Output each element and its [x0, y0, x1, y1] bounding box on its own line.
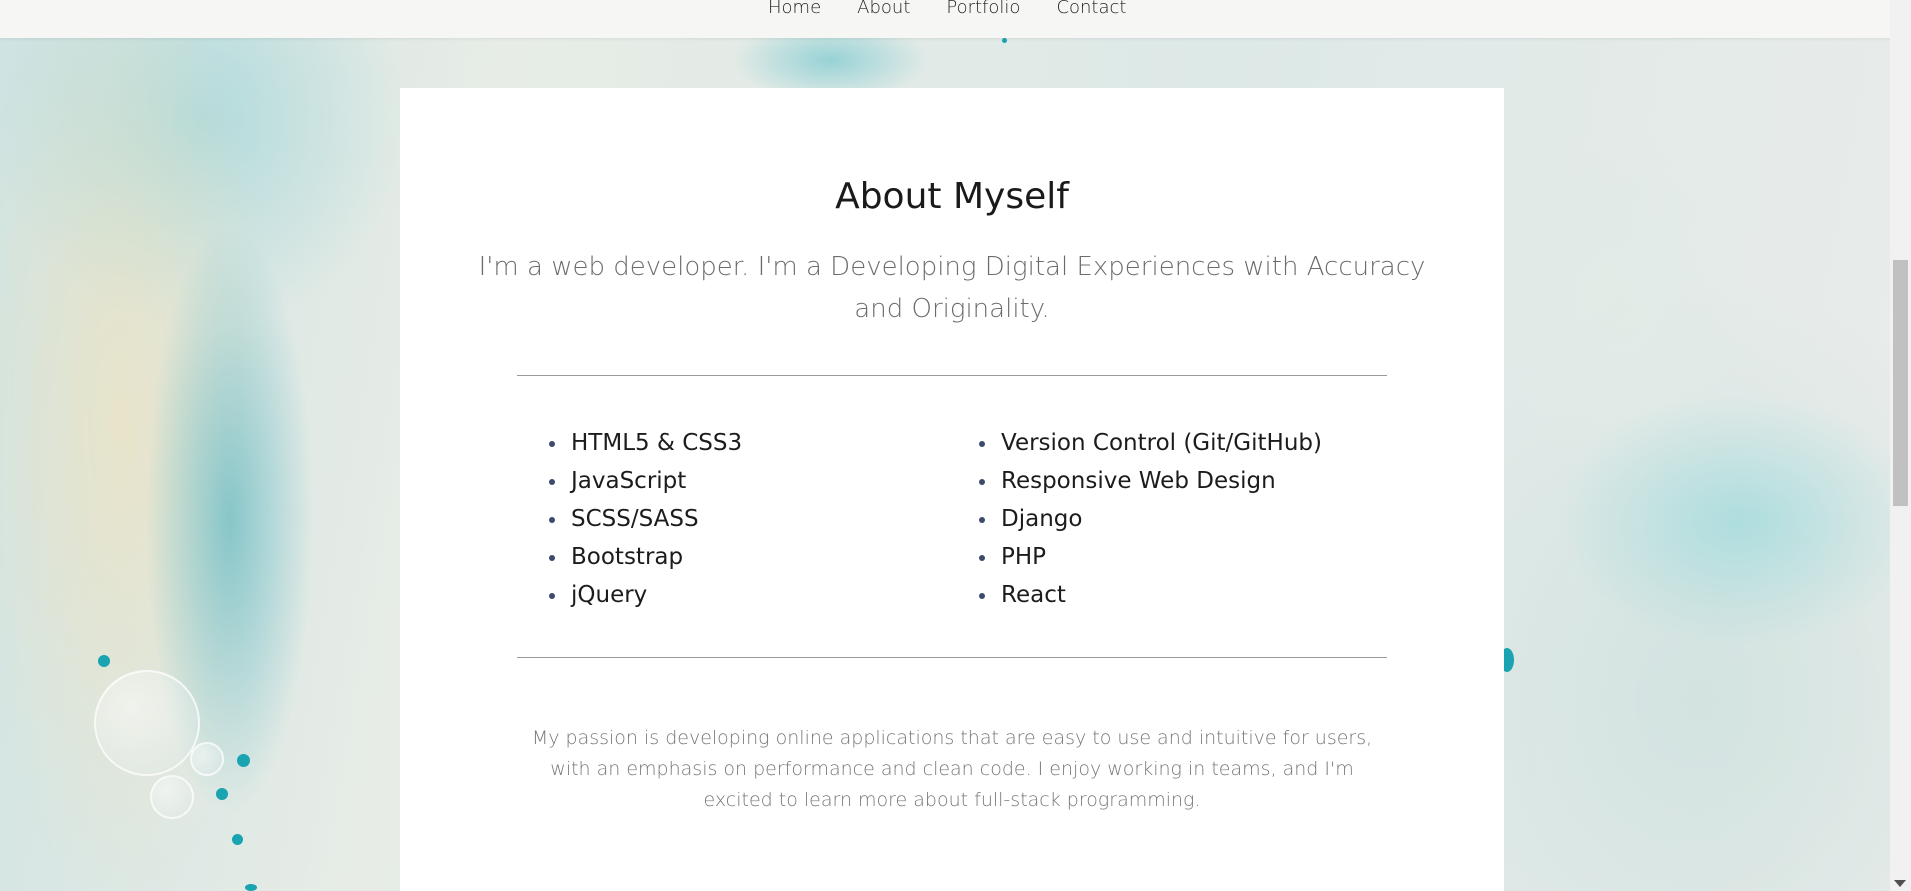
skill-item: PHP [979, 538, 1322, 576]
passion-paragraph: My passion is developing online applicat… [531, 727, 1373, 811]
scrollbar-thumb[interactable] [1893, 260, 1908, 506]
skill-item: Django [979, 500, 1322, 538]
divider-top [517, 375, 1387, 376]
decor-dot [237, 754, 250, 767]
skills-list-left: HTML5 & CSS3 JavaScript SCSS/SASS Bootst… [549, 424, 742, 614]
decor-dot [1002, 38, 1007, 43]
vertical-scrollbar[interactable] [1890, 0, 1911, 891]
decor-bubble [190, 742, 224, 776]
scroll-down-arrow-icon[interactable] [1894, 880, 1906, 887]
decor-dot [245, 884, 257, 891]
skills-list-right: Version Control (Git/GitHub) Responsive … [979, 424, 1322, 614]
skill-item: React [979, 576, 1322, 614]
skill-item: jQuery [549, 576, 742, 614]
decor-bubble [94, 670, 200, 776]
decor-dot [232, 834, 243, 845]
nav-portfolio-link[interactable]: Portfolio [946, 0, 1020, 18]
skill-item: HTML5 & CSS3 [549, 424, 742, 462]
nav-home-link[interactable]: Home [768, 0, 821, 18]
divider-bottom [517, 657, 1387, 658]
skill-item: Bootstrap [549, 538, 742, 576]
skill-item: JavaScript [549, 462, 742, 500]
about-title: About Myself [835, 176, 1069, 217]
nav-links: Home About Portfolio Contact [768, 0, 1126, 18]
skill-item: Version Control (Git/GitHub) [979, 424, 1322, 462]
nav-about-link[interactable]: About [857, 0, 910, 18]
nav-contact-link[interactable]: Contact [1056, 0, 1126, 18]
decor-dot [98, 655, 110, 667]
page: Home About Portfolio Contact About Mysel… [0, 0, 1911, 891]
top-navbar: Home About Portfolio Contact [0, 0, 1890, 38]
decor-dot [216, 788, 228, 800]
about-subtitle: I'm a web developer. I'm a Developing Di… [478, 252, 1426, 324]
skill-item: Responsive Web Design [979, 462, 1322, 500]
skill-item: SCSS/SASS [549, 500, 742, 538]
decor-bubble [150, 775, 194, 819]
